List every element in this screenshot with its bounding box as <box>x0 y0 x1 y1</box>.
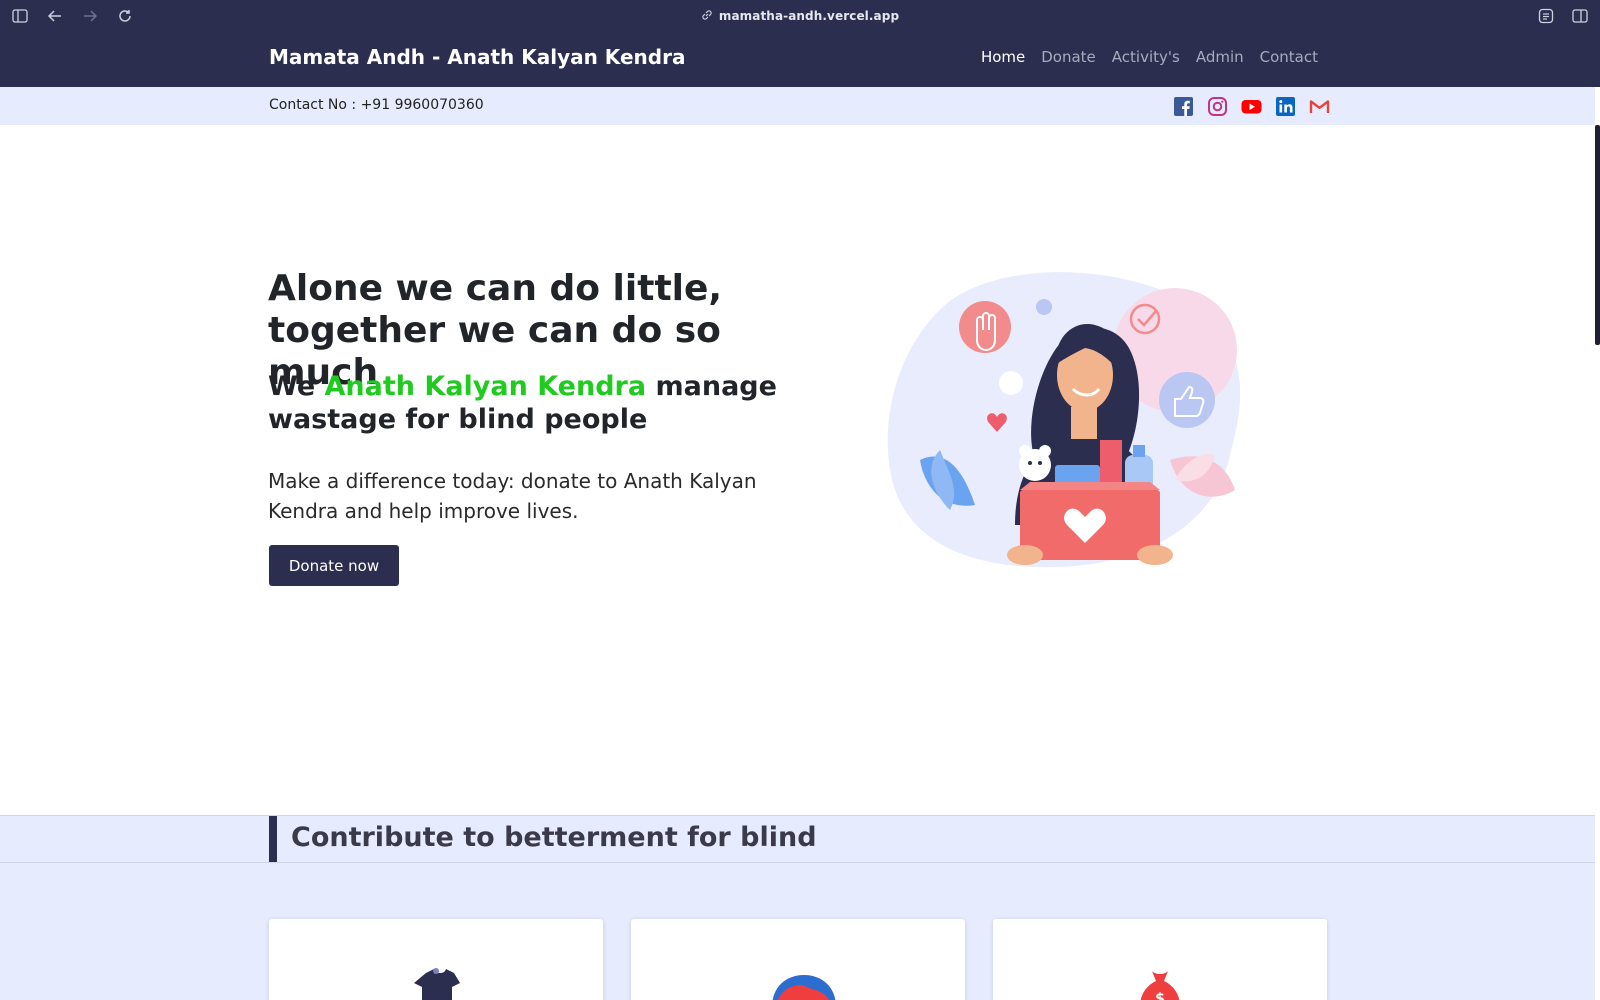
reader-icon[interactable] <box>1536 6 1556 26</box>
instagram-icon[interactable] <box>1207 96 1228 117</box>
gmail-icon[interactable] <box>1309 96 1330 117</box>
contribution-card-shoes[interactable] <box>631 919 965 1000</box>
nav-activities[interactable]: Activity's <box>1112 48 1180 66</box>
main-nav: Home Donate Activity's Admin Contact <box>981 48 1318 66</box>
youtube-icon[interactable] <box>1241 96 1262 117</box>
subhead-prefix: We <box>268 371 325 402</box>
donate-now-button[interactable]: Donate now <box>269 545 399 586</box>
url-text[interactable]: mamatha-andh.vercel.app <box>719 9 899 23</box>
hero-subheadline: We Anath Kalyan Kendra manage wastage fo… <box>268 370 788 436</box>
facebook-icon[interactable] <box>1173 96 1194 117</box>
link-icon <box>701 6 713 25</box>
nav-contact[interactable]: Contact <box>1260 48 1318 66</box>
section-heading-bar: Contribute to betterment for blind <box>0 815 1595 863</box>
brand-logo-text[interactable]: Mamata Andh - Anath Kalyan Kendra <box>269 45 685 69</box>
shoe-icon <box>770 967 836 1000</box>
contribution-card-clothes[interactable] <box>269 919 603 1000</box>
money-bag-icon: $ <box>1132 967 1188 1000</box>
hero-description: Make a difference today: donate to Anath… <box>268 469 757 523</box>
nav-admin[interactable]: Admin <box>1196 48 1244 66</box>
contact-bar: Contact No : +91 9960070360 <box>0 87 1595 125</box>
page-scrollbar[interactable] <box>1595 125 1600 345</box>
browser-toolbar: mamatha-andh.vercel.app <box>0 0 1600 31</box>
linkedin-icon[interactable] <box>1275 96 1296 117</box>
split-view-icon[interactable] <box>1570 6 1590 26</box>
nav-donate[interactable]: Donate <box>1041 48 1096 66</box>
section-title: Contribute to betterment for blind <box>291 822 817 853</box>
social-links <box>1173 96 1330 117</box>
contribution-card-money[interactable]: $ <box>993 919 1327 1000</box>
tshirt-icon <box>408 967 464 1000</box>
section-accent <box>269 816 277 862</box>
subhead-highlight: Anath Kalyan Kendra <box>324 371 647 402</box>
donation-illustration <box>885 265 1260 580</box>
site-navbar: Mamata Andh - Anath Kalyan Kendra Home D… <box>0 31 1600 87</box>
address-bar[interactable]: mamatha-andh.vercel.app <box>0 0 1600 31</box>
svg-text:$: $ <box>1155 991 1165 1000</box>
contact-number: Contact No : +91 9960070360 <box>269 97 484 113</box>
nav-home[interactable]: Home <box>981 48 1025 66</box>
